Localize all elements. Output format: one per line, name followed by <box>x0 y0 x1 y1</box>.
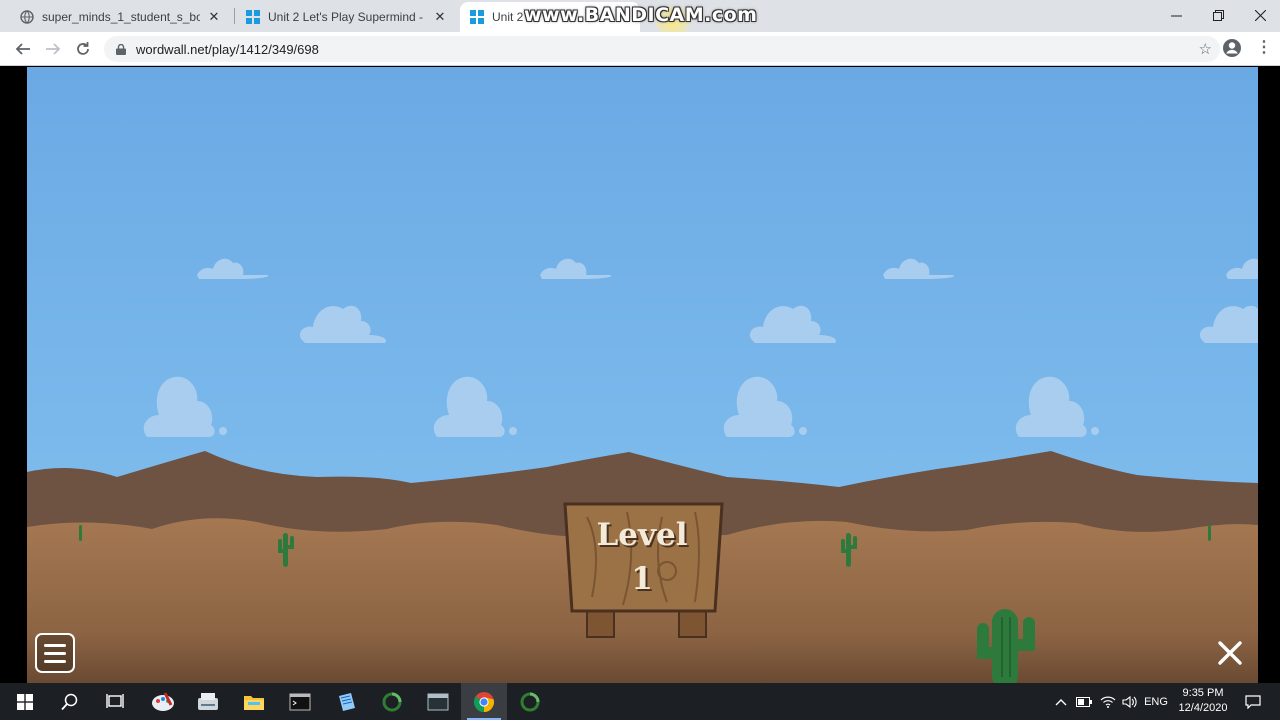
file-explorer-icon <box>244 695 264 710</box>
taskbar-app-loading-1[interactable] <box>369 683 415 720</box>
clock-date: 12/4/2020 <box>1178 702 1228 714</box>
system-clock[interactable]: 9:35 PM 12/4/2020 <box>1176 686 1230 716</box>
restore-button[interactable] <box>1196 0 1240 30</box>
page-viewport: Level 1 <box>0 67 1280 683</box>
wordwall-icon <box>246 10 260 24</box>
close-icon <box>1254 9 1266 21</box>
back-button[interactable] <box>11 37 35 61</box>
profile-avatar-icon[interactable] <box>1222 38 1242 58</box>
terminal-icon <box>289 693 311 710</box>
window-icon <box>427 693 449 710</box>
tab-strip: super_minds_1_student_s_book.p ✕ Unit 2 … <box>0 0 1280 36</box>
url-text: wordwall.net/play/1412/349/698 <box>136 41 319 57</box>
taskbar-app-scanner[interactable] <box>185 683 231 720</box>
close-tab-icon[interactable]: ✕ <box>206 9 222 25</box>
address-bar[interactable]: wordwall.net/play/1412/349/698 ☆ <box>104 36 1220 62</box>
chrome-icon <box>473 691 495 712</box>
loading-ring-icon <box>382 692 402 711</box>
wordwall-icon <box>470 10 484 24</box>
battery-icon <box>1076 696 1092 707</box>
globe-icon <box>20 10 34 24</box>
task-view-icon <box>106 693 124 708</box>
notepad-icon <box>339 692 355 711</box>
notifications-button[interactable] <box>1238 683 1268 720</box>
restore-icon <box>1212 9 1224 21</box>
taskbar-search-button[interactable] <box>47 683 93 720</box>
close-game-icon[interactable] <box>1215 638 1245 668</box>
minimize-button[interactable] <box>1154 0 1198 30</box>
windows-taskbar: ENG 9:35 PM 12/4/2020 <box>0 683 1280 720</box>
paint-icon <box>152 691 174 711</box>
tab-title: super_minds_1_student_s_book.p <box>42 10 200 24</box>
speaker-icon <box>1122 695 1137 708</box>
scanner-icon <box>198 692 218 710</box>
taskbar-app-chrome[interactable] <box>461 683 507 720</box>
task-view-button[interactable] <box>92 683 138 720</box>
reload-button[interactable] <box>71 37 95 61</box>
tab-super-minds[interactable]: super_minds_1_student_s_book.p ✕ <box>10 2 232 32</box>
clock-time: 9:35 PM <box>1182 687 1224 699</box>
loading-ring-icon <box>520 692 540 711</box>
taskbar-app-loading-2[interactable] <box>507 683 553 720</box>
hamburger-line <box>44 643 66 647</box>
battery-indicator[interactable] <box>1074 683 1094 720</box>
windows-start-icon <box>17 693 33 710</box>
forward-button[interactable] <box>41 37 65 61</box>
notification-icon <box>1245 694 1261 709</box>
bookmark-star-icon[interactable]: ☆ <box>1199 40 1212 58</box>
volume-indicator[interactable] <box>1120 683 1140 720</box>
wifi-icon <box>1100 696 1116 708</box>
taskbar-app-file-explorer[interactable] <box>231 683 277 720</box>
close-tab-icon[interactable]: ✕ <box>432 9 448 25</box>
taskbar-app-terminal[interactable] <box>277 683 323 720</box>
game-menu-button[interactable] <box>35 633 75 673</box>
minimize-icon <box>1170 15 1182 16</box>
wifi-indicator[interactable] <box>1098 683 1118 720</box>
browser-menu-icon[interactable]: ⋮ <box>1256 38 1272 58</box>
taskbar-app-notepad[interactable] <box>323 683 369 720</box>
taskbar-app-window[interactable] <box>415 683 461 720</box>
tab-divider <box>234 8 235 24</box>
lock-icon <box>116 43 126 55</box>
taskbar-app-paint[interactable] <box>140 683 186 720</box>
tab-title: Unit 2 Let's Play Supermind - Bal <box>268 10 426 24</box>
browser-toolbar: wordwall.net/play/1412/349/698 ☆ <box>0 32 1280 66</box>
hamburger-line <box>44 651 66 655</box>
chevron-up-icon <box>1055 698 1067 705</box>
reload-icon <box>77 42 89 55</box>
sign-level-label: Level <box>596 517 688 553</box>
input-language[interactable]: ENG <box>1142 683 1170 720</box>
hamburger-line <box>44 659 66 663</box>
start-button[interactable] <box>2 683 48 720</box>
bandicam-watermark: www.BANDICAM.com <box>524 4 758 26</box>
search-icon <box>61 693 78 710</box>
sign-level-number: 1 <box>631 561 653 597</box>
forward-arrow-icon <box>46 43 61 55</box>
tab-unit2-supermind[interactable]: Unit 2 Let's Play Supermind - Bal ✕ <box>236 2 458 32</box>
game-canvas[interactable]: Level 1 <box>27 67 1258 683</box>
close-window-button[interactable] <box>1238 0 1280 30</box>
back-arrow-icon <box>15 43 30 55</box>
tray-overflow-button[interactable] <box>1052 683 1070 720</box>
